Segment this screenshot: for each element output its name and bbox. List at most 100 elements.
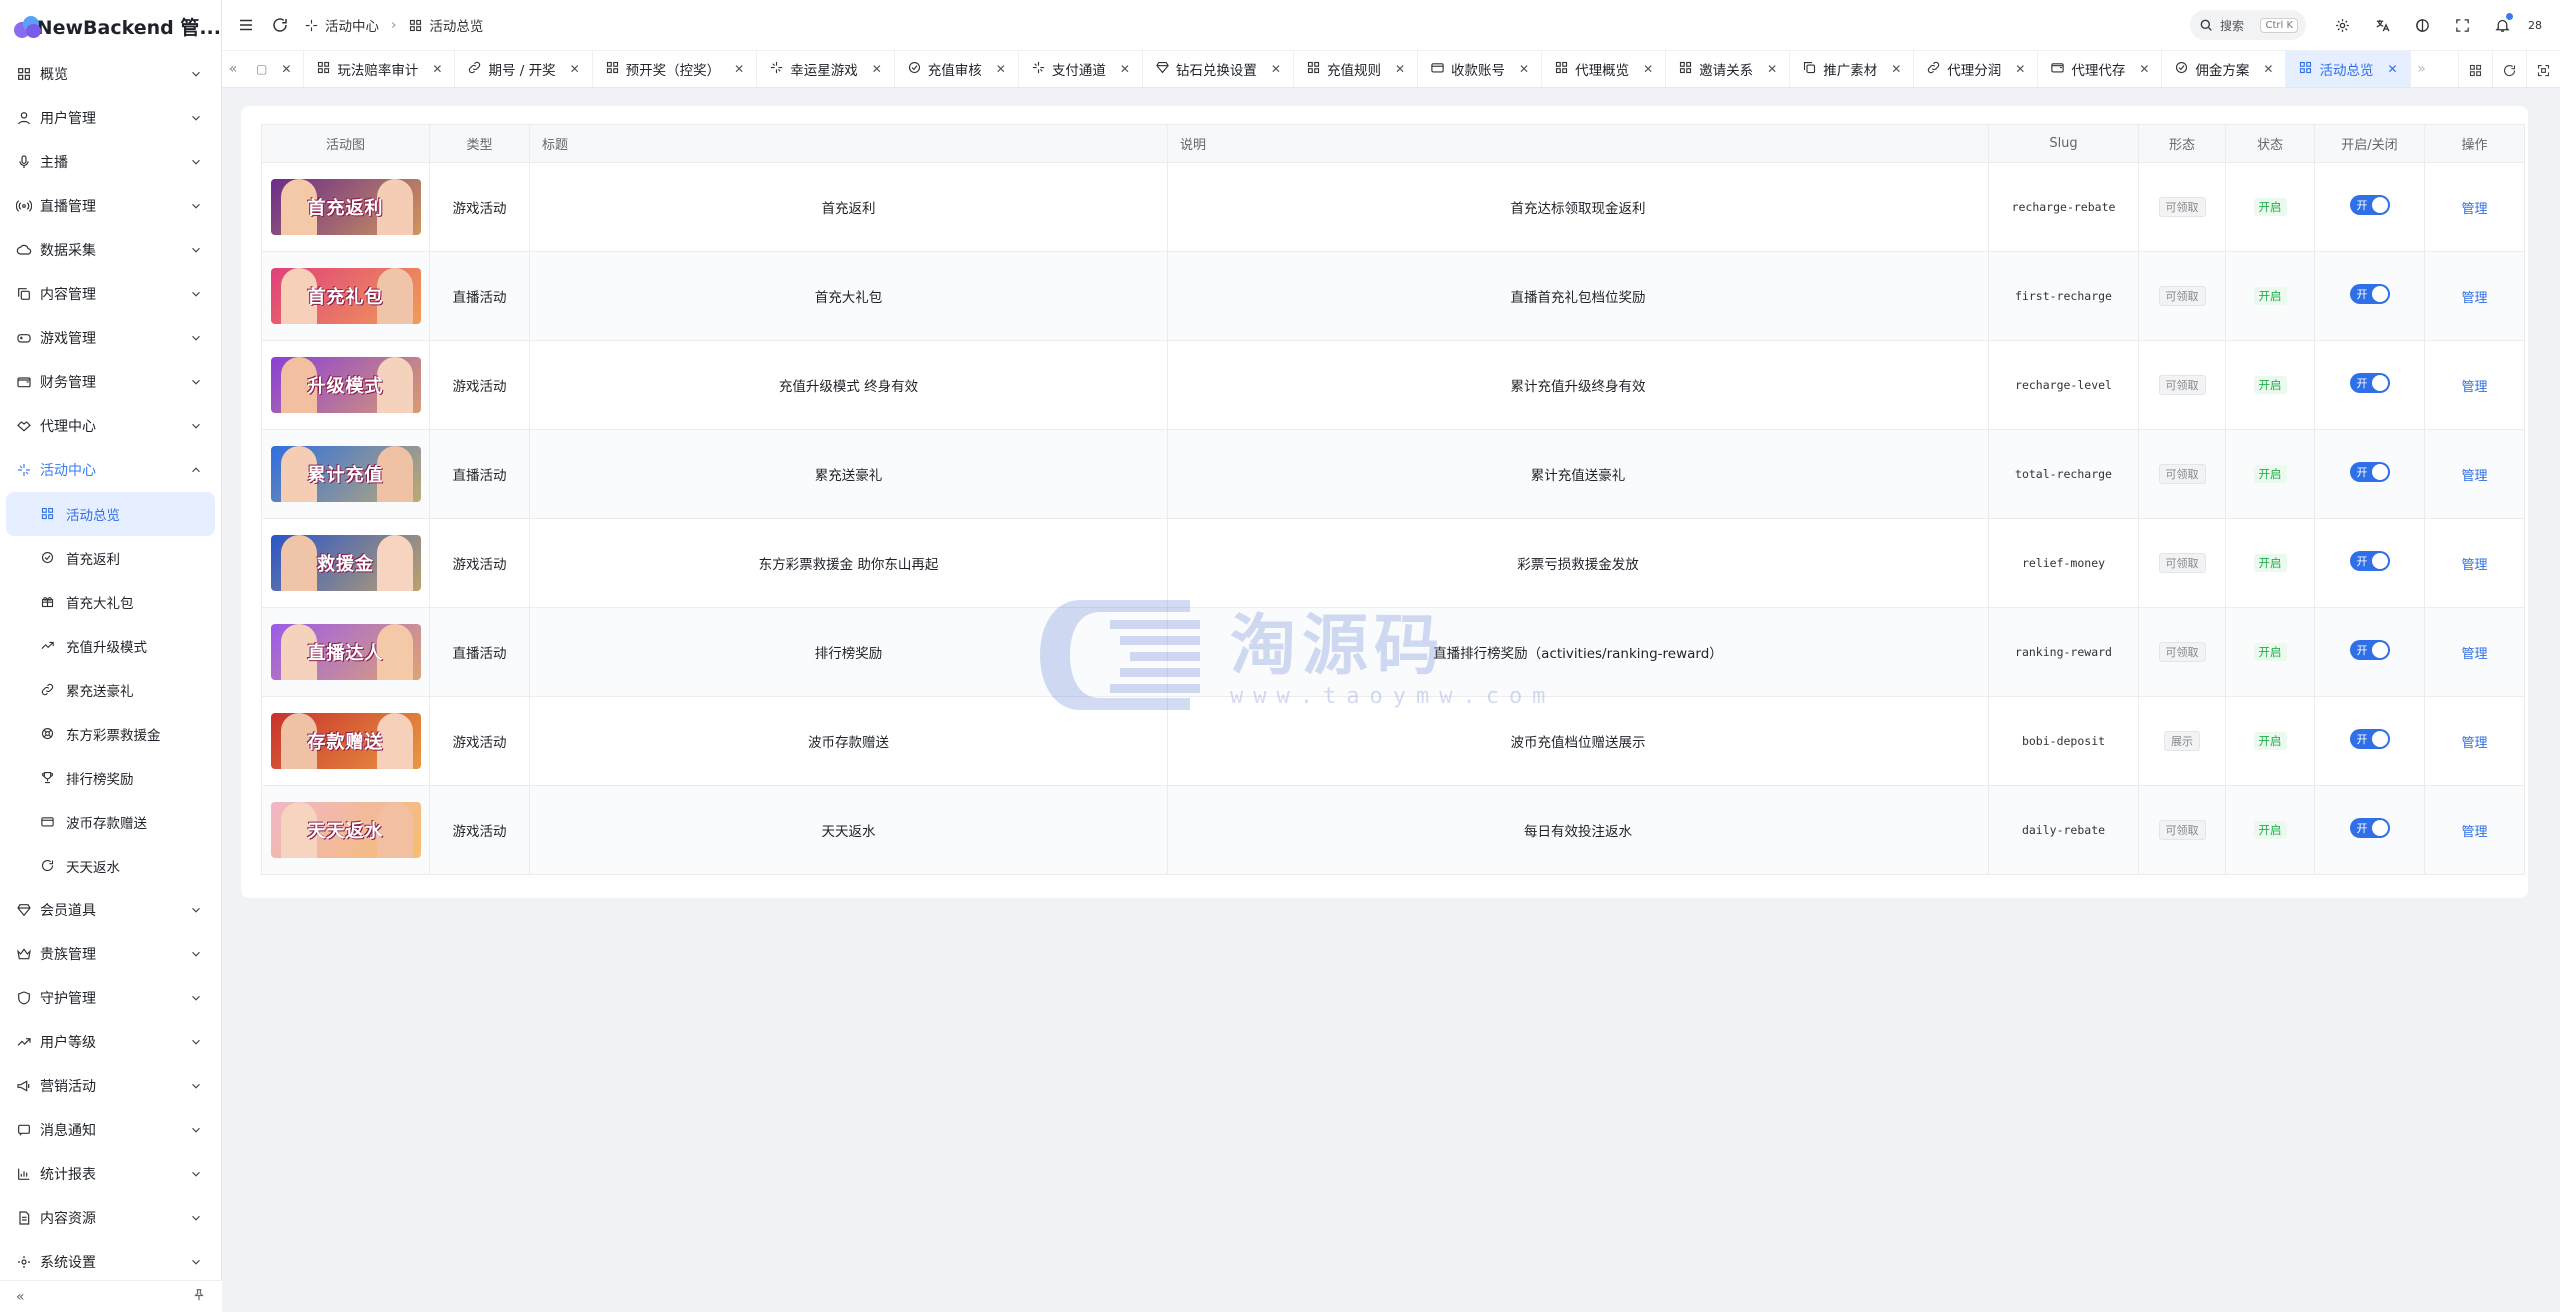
sidebar-item-trend[interactable]: 用户等级	[0, 1020, 221, 1064]
tab[interactable]: 钻石兑换设置 ✕	[1143, 51, 1294, 87]
close-icon[interactable]: ✕	[2387, 62, 2397, 76]
tab[interactable]: 充值审核 ✕	[895, 51, 1019, 87]
manage-link[interactable]: 管理	[2461, 469, 2487, 484]
manage-link[interactable]: 管理	[2461, 558, 2487, 573]
sidebar-item-grid[interactable]: 概览	[0, 52, 221, 96]
tab[interactable]: 代理分润 ✕	[1914, 51, 2039, 87]
table-row[interactable]: 直播达人 直播活动 排行榜奖励 直播排行榜奖励（activities/ranking-…	[261, 607, 2525, 697]
sidebar-item-settings[interactable]: 系统设置	[0, 1240, 221, 1284]
close-icon[interactable]: ✕	[1891, 62, 1901, 76]
tab[interactable]: 代理代存 ✕	[2038, 51, 2163, 87]
enable-toggle[interactable]: 开	[2349, 462, 2390, 482]
bell-icon[interactable]	[2482, 0, 2522, 50]
sidebar-subitem[interactable]: 排行榜奖励	[0, 756, 221, 800]
sidebar-item-crown[interactable]: 贵族管理	[0, 932, 221, 976]
table-row[interactable]: 首充返利 游戏活动 首充返利 首充达标领取现金返利 recharge-rebate 可领取…	[261, 162, 2525, 252]
tab[interactable]: 预开奖（控奖） ✕	[593, 51, 758, 87]
sidebar-item-sparkle[interactable]: 活动中心	[0, 448, 221, 492]
sidebar-subitem[interactable]: 首充返利	[0, 536, 221, 580]
refresh-icon[interactable]	[270, 15, 290, 35]
manage-link[interactable]: 管理	[2461, 291, 2487, 306]
sidebar-subitem[interactable]: 充值升级模式	[0, 624, 221, 668]
tab[interactable]: 期号 / 开奖 ✕	[455, 51, 593, 87]
search-box[interactable]: 搜索 Ctrl K	[2190, 10, 2306, 40]
sidebar-subitem[interactable]: 波币存款赠送	[0, 800, 221, 844]
enable-toggle[interactable]: 开	[2349, 551, 2390, 571]
sidebar-item-message[interactable]: 消息通知	[0, 1108, 221, 1152]
tab-maximize-icon[interactable]	[2526, 51, 2560, 87]
sidebar-item-shield[interactable]: 守护管理	[0, 976, 221, 1020]
tab[interactable]: 支付通道 ✕	[1019, 51, 1143, 87]
tab-active[interactable]: 活动总览 ✕	[2286, 51, 2411, 87]
close-icon[interactable]: ✕	[281, 62, 291, 76]
tab[interactable]: 邀请关系 ✕	[1666, 51, 1791, 87]
tab[interactable]: 收款账号 ✕	[1418, 51, 1543, 87]
table-row[interactable]: 首充礼包 直播活动 首充大礼包 直播首充礼包档位奖励 first-recharge 可领取…	[261, 251, 2525, 341]
sidebar-item-cloud[interactable]: 数据采集	[0, 228, 221, 272]
close-icon[interactable]: ✕	[1767, 62, 1777, 76]
sidebar-item-user[interactable]: 用户管理	[0, 96, 221, 140]
tab-grid-icon[interactable]	[2458, 51, 2492, 87]
table-row[interactable]: 存款赠送 游戏活动 波币存款赠送 波币充值档位赠送展示 bobi-deposit 展示 开启…	[261, 696, 2525, 786]
manage-link[interactable]: 管理	[2461, 202, 2487, 217]
translate-icon[interactable]	[2362, 0, 2402, 50]
sidebar-item-broadcast[interactable]: 直播管理	[0, 184, 221, 228]
close-icon[interactable]: ✕	[1643, 62, 1653, 76]
tab[interactable]: 幸运星游戏 ✕	[757, 51, 895, 87]
tabs-scroll-right-icon[interactable]: »	[2411, 51, 2433, 87]
close-icon[interactable]: ✕	[1271, 62, 1281, 76]
logo[interactable]: NewBackend 管...	[0, 0, 221, 52]
sidebar-item-wallet[interactable]: 财务管理	[0, 360, 221, 404]
tab-refresh-icon[interactable]	[2492, 51, 2526, 87]
close-icon[interactable]: ✕	[996, 62, 1006, 76]
sidebar-item-mic[interactable]: 主播	[0, 140, 221, 184]
tab[interactable]: 充值规则 ✕	[1294, 51, 1419, 87]
sidebar-item-file[interactable]: 内容资源	[0, 1196, 221, 1240]
close-icon[interactable]: ✕	[2015, 62, 2025, 76]
sidebar-item-megaphone[interactable]: 营销活动	[0, 1064, 221, 1108]
close-icon[interactable]: ✕	[1395, 62, 1405, 76]
sidebar-item-chart[interactable]: 统计报表	[0, 1152, 221, 1196]
sidebar-item-gamepad[interactable]: 游戏管理	[0, 316, 221, 360]
sidebar-subitem[interactable]: 东方彩票救援金	[0, 712, 221, 756]
close-icon[interactable]: ✕	[2263, 62, 2273, 76]
tab[interactable]: ▢ ✕	[244, 51, 305, 87]
enable-toggle[interactable]: 开	[2349, 284, 2390, 304]
tab[interactable]: 代理概览 ✕	[1542, 51, 1667, 87]
sidebar-item-copy[interactable]: 内容管理	[0, 272, 221, 316]
collapse-sidebar-icon[interactable]: «	[16, 1289, 25, 1305]
close-icon[interactable]: ✕	[570, 62, 580, 76]
pin-icon[interactable]	[192, 1288, 206, 1306]
enable-toggle[interactable]: 开	[2349, 373, 2390, 393]
sidebar-subitem[interactable]: 累充送豪礼	[0, 668, 221, 712]
tabs-scroll-left-icon[interactable]: «	[222, 51, 244, 87]
sidebar-subitem[interactable]: 天天返水	[0, 844, 221, 888]
close-icon[interactable]: ✕	[734, 62, 744, 76]
manage-link[interactable]: 管理	[2461, 647, 2487, 662]
enable-toggle[interactable]: 开	[2349, 729, 2390, 749]
close-icon[interactable]: ✕	[2139, 62, 2149, 76]
table-row[interactable]: 救援金 游戏活动 东方彩票救援金 助你东山再起 彩票亏损救援金发放 relief-mon…	[261, 518, 2525, 608]
manage-link[interactable]: 管理	[2461, 736, 2487, 751]
fullscreen-icon[interactable]	[2442, 0, 2482, 50]
avatar[interactable]: 28	[2522, 12, 2548, 38]
tab[interactable]: 佣金方案 ✕	[2162, 51, 2287, 87]
close-icon[interactable]: ✕	[872, 62, 882, 76]
table-row[interactable]: 天天返水 游戏活动 天天返水 每日有效投注返水 daily-rebate 可领取 开启开管理	[261, 785, 2525, 875]
sidebar-subitem[interactable]: 活动总览	[6, 492, 215, 536]
enable-toggle[interactable]: 开	[2349, 818, 2390, 838]
manage-link[interactable]: 管理	[2461, 825, 2487, 840]
theme-icon[interactable]	[2402, 0, 2442, 50]
tab[interactable]: 推广素材 ✕	[1790, 51, 1915, 87]
settings-icon[interactable]	[2322, 0, 2362, 50]
enable-toggle[interactable]: 开	[2349, 640, 2390, 660]
breadcrumb-item[interactable]: 活动中心	[325, 15, 379, 35]
tab[interactable]: 玩法赔率审计 ✕	[304, 51, 456, 87]
close-icon[interactable]: ✕	[1120, 62, 1130, 76]
close-icon[interactable]: ✕	[1519, 62, 1529, 76]
table-row[interactable]: 升级模式 游戏活动 充值升级模式 终身有效 累计充值升级终身有效 recharge-le…	[261, 340, 2525, 430]
close-icon[interactable]: ✕	[432, 62, 442, 76]
menu-toggle-icon[interactable]	[236, 15, 256, 35]
sidebar-subitem[interactable]: 首充大礼包	[0, 580, 221, 624]
table-row[interactable]: 累计充值 直播活动 累充送豪礼 累计充值送豪礼 total-recharge 可领取 开启 开…	[261, 429, 2525, 519]
